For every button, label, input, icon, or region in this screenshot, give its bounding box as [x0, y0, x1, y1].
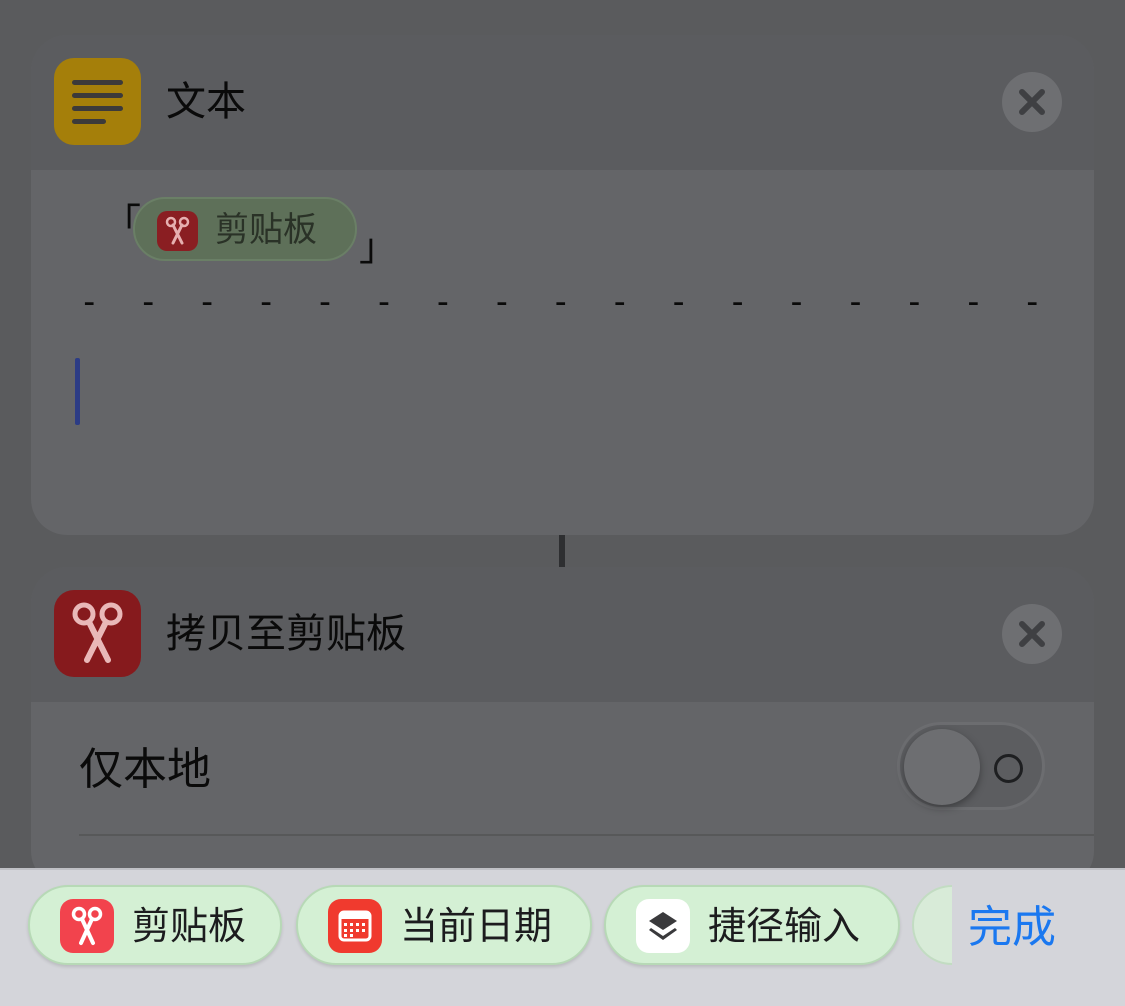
shortcut-editor: 文本 「 剪贴板 」 - - - - - - - - - - - - - - -… [0, 0, 1125, 1006]
suggestion-overflow-chip[interactable] [912, 885, 952, 965]
text-action-header: 文本 [31, 35, 1094, 170]
text-input-area[interactable]: 「 剪贴板 」 - - - - - - - - - - - - - - - - … [31, 170, 1094, 535]
suggestion-clipboard[interactable]: 剪贴板 [28, 885, 282, 965]
remove-copy-action-button[interactable] [1002, 604, 1062, 664]
scissors-icon [60, 899, 114, 953]
dash-separator-text: - - - - - - - - - - - - - - - - - [79, 282, 1052, 322]
suggestion-current-date[interactable]: 当前日期 [296, 885, 592, 965]
local-only-label: 仅本地 [79, 744, 211, 795]
text-cursor [75, 358, 80, 425]
shortcuts-icon [636, 899, 690, 953]
suggestion-shortcut-input[interactable]: 捷径输入 [604, 885, 900, 965]
scissors-icon [54, 590, 141, 677]
suggestion-label: 捷径输入 [708, 904, 861, 948]
remove-text-action-button[interactable] [1002, 72, 1062, 132]
suggestion-label: 当前日期 [400, 904, 553, 948]
text-action-card[interactable]: 文本 「 剪贴板 」 - - - - - - - - - - - - - - -… [31, 35, 1094, 535]
close-icon [1019, 621, 1045, 647]
row-divider [79, 834, 1094, 836]
copy-action-header: 拷贝至剪贴板 [31, 567, 1094, 702]
done-label: 完成 [968, 902, 1056, 953]
text-action-title: 文本 [166, 79, 246, 125]
copy-action-title: 拷贝至剪贴板 [166, 611, 406, 657]
scissors-icon [157, 211, 198, 251]
action-connector [559, 535, 565, 567]
variable-suggestion-bar: 剪贴板 当前日期 捷径输入 完成 [0, 868, 1125, 1006]
done-button[interactable]: 完成 [952, 870, 1125, 980]
copy-action-options: 仅本地 [31, 702, 1094, 887]
toggle-off-indicator [994, 754, 1023, 783]
copy-to-clipboard-action-card[interactable]: 拷贝至剪贴板 仅本地 [31, 567, 1094, 887]
text-lines-icon [54, 58, 141, 145]
suggestion-label: 剪贴板 [132, 904, 247, 948]
local-only-toggle[interactable] [897, 722, 1045, 810]
close-bracket: 」 [359, 225, 398, 269]
clipboard-variable-token[interactable]: 剪贴板 [133, 197, 357, 261]
clipboard-variable-label: 剪贴板 [215, 210, 317, 250]
calendar-icon [328, 899, 382, 953]
toggle-knob [904, 729, 980, 805]
close-icon [1019, 89, 1045, 115]
